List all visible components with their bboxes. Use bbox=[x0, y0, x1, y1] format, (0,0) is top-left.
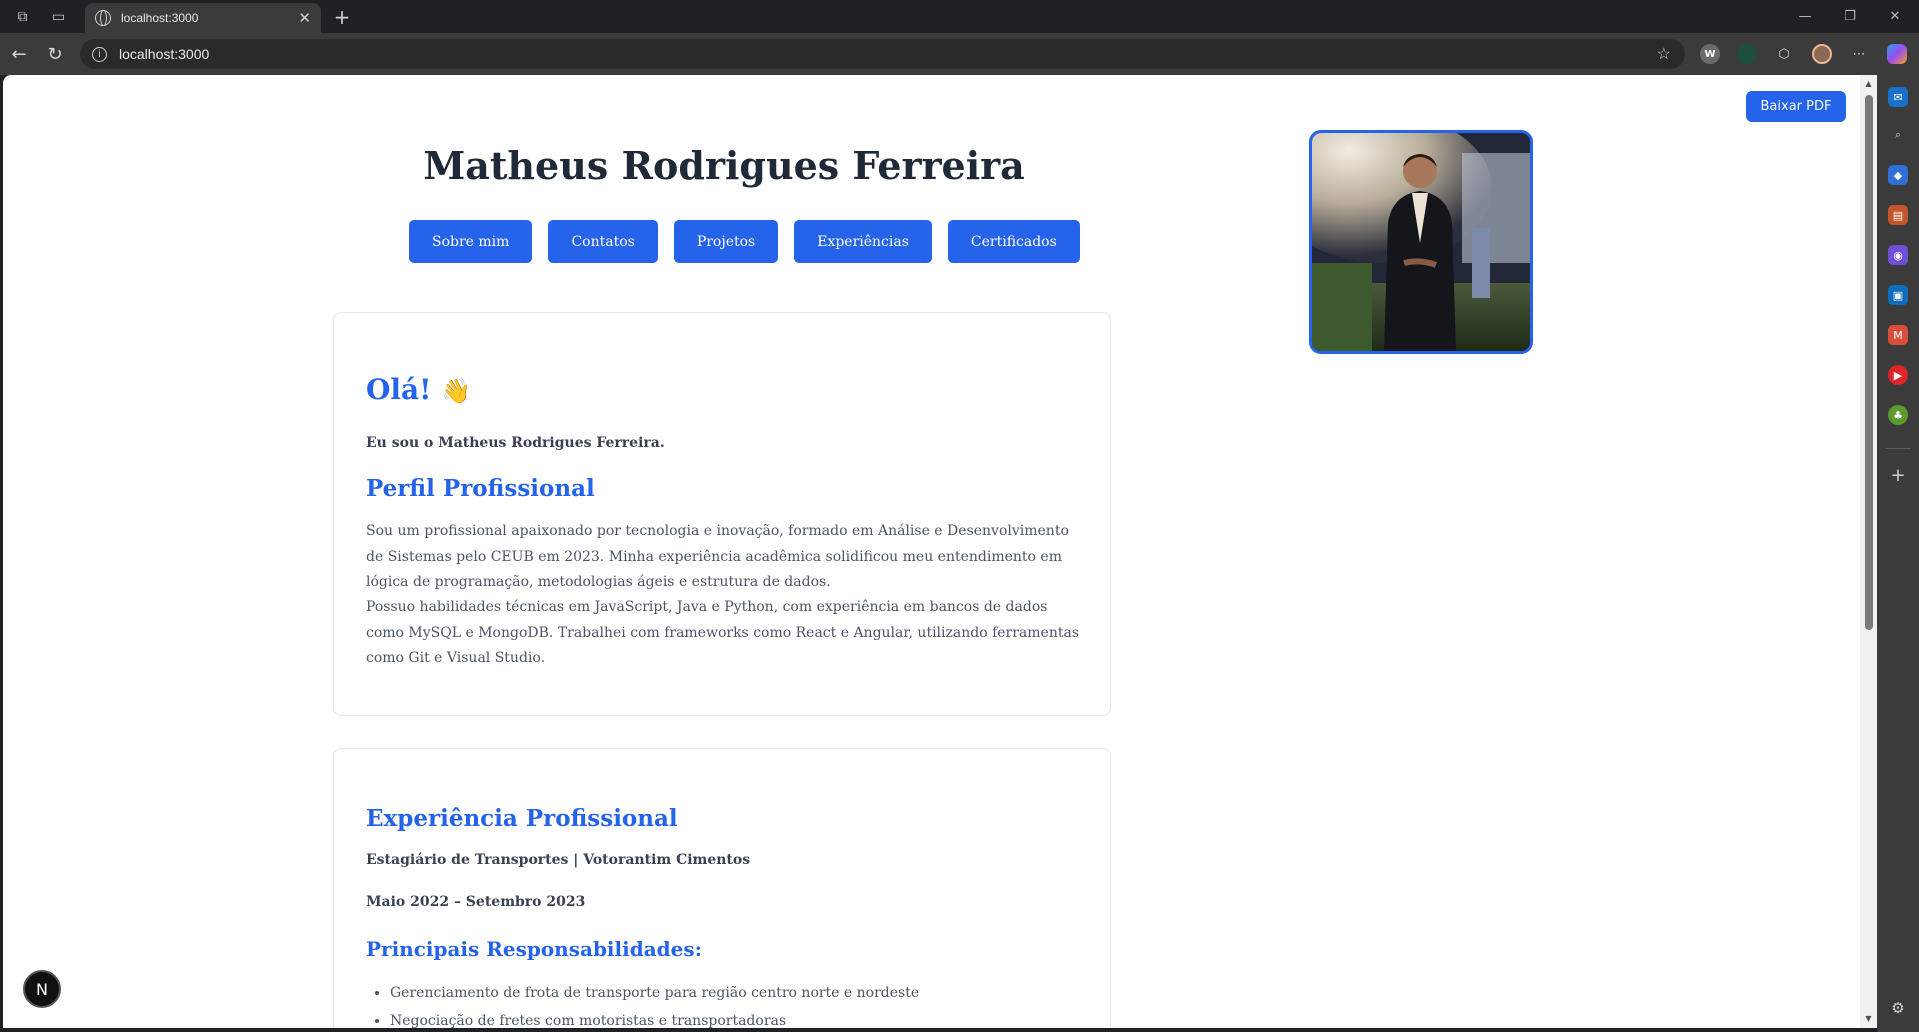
job-role: Estagiário de Transportes | Votorantim C… bbox=[366, 852, 751, 868]
intro-text: Eu sou o Matheus Rodrigues Ferreira. bbox=[366, 435, 665, 451]
tab-strip: ⧉ ▭ localhost:3000 ✕ + — ❐ ✕ bbox=[0, 0, 1919, 33]
page-viewport: Baixar PDF Matheus Rodrigues Ferreira So… bbox=[3, 75, 1860, 1028]
sidebar-search-icon[interactable]: ⌕ bbox=[1888, 125, 1908, 145]
nav-projetos-button[interactable]: Projetos bbox=[673, 220, 779, 263]
section-nav: Sobre mim Contatos Projetos Experiências… bbox=[409, 220, 1080, 263]
favorite-star-icon[interactable]: ☆ bbox=[1657, 44, 1671, 64]
nextjs-dev-indicator[interactable]: N bbox=[23, 970, 61, 1008]
experience-heading: Experiência Profissional bbox=[366, 805, 678, 832]
copilot-icon[interactable] bbox=[1887, 44, 1907, 64]
tab-close-icon[interactable]: ✕ bbox=[298, 9, 311, 27]
extensions-puzzle-icon[interactable]: ⬡ bbox=[1774, 44, 1794, 64]
list-item: Gerenciamento de frota de transporte par… bbox=[390, 979, 919, 1007]
download-pdf-button[interactable]: Baixar PDF bbox=[1746, 91, 1846, 122]
nav-contatos-button[interactable]: Contatos bbox=[548, 220, 658, 263]
tab-title: localhost:3000 bbox=[121, 11, 199, 25]
sidebar-outlook-icon[interactable]: ✉ bbox=[1888, 87, 1908, 107]
nav-sobre-mim-button[interactable]: Sobre mim bbox=[409, 220, 533, 263]
sidebar-tree-icon[interactable]: ♣ bbox=[1888, 405, 1908, 425]
sidebar-mail-icon[interactable]: ▣ bbox=[1888, 285, 1908, 305]
greeting-heading: Olá! 👋 bbox=[366, 373, 471, 406]
waving-hand-icon: 👋 bbox=[441, 376, 472, 405]
nav-certificados-button[interactable]: Certificados bbox=[947, 220, 1080, 263]
scroll-up-icon[interactable]: ▲ bbox=[1863, 79, 1874, 89]
scroll-down-icon[interactable]: ▼ bbox=[1863, 1014, 1874, 1024]
reload-icon[interactable]: ↻ bbox=[38, 33, 72, 75]
new-tab-button[interactable]: + bbox=[330, 0, 354, 33]
page-scrollbar[interactable]: ▲ ▼ bbox=[1860, 75, 1877, 1028]
sidebar-tools-icon[interactable]: ▤ bbox=[1888, 205, 1908, 225]
tab-active[interactable]: localhost:3000 ✕ bbox=[85, 3, 321, 33]
job-period: Maio 2022 – Setembro 2023 bbox=[366, 894, 586, 910]
list-item: Negociação de fretes com motoristas e tr… bbox=[390, 1007, 919, 1028]
profile-paragraph-2: Possuo habilidades técnicas em JavaScrip… bbox=[366, 599, 1080, 666]
extension-green-icon[interactable] bbox=[1737, 44, 1757, 64]
profile-paragraph-1: Sou um profissional apaixonado por tecno… bbox=[366, 523, 1069, 590]
scroll-thumb[interactable] bbox=[1865, 95, 1873, 630]
sidebar-copilot-icon[interactable]: ◉ bbox=[1888, 245, 1908, 265]
responsibilities-list: Gerenciamento de frota de transporte par… bbox=[390, 979, 919, 1028]
extension-w-icon[interactable]: W bbox=[1700, 44, 1720, 64]
sidebar-settings-icon[interactable]: ⚙ bbox=[1888, 998, 1908, 1018]
browser-toolbar: ← ↻ i localhost:3000 ☆ W ⬡ ⋯ bbox=[0, 33, 1919, 75]
address-bar[interactable]: i localhost:3000 ☆ bbox=[80, 39, 1685, 69]
window-close-button[interactable]: ✕ bbox=[1871, 0, 1919, 33]
restore-button[interactable]: ❐ bbox=[1826, 0, 1874, 33]
workspaces-icon[interactable]: ⧉ bbox=[6, 0, 39, 33]
sidebar-youtube-icon[interactable]: ▶ bbox=[1888, 365, 1908, 385]
responsibilities-heading: Principais Responsabilidades: bbox=[366, 937, 703, 961]
globe-icon bbox=[95, 10, 111, 26]
greeting-text: Olá! bbox=[366, 373, 432, 406]
back-icon[interactable]: ← bbox=[2, 33, 36, 75]
profile-photo bbox=[1309, 130, 1533, 354]
vertical-tabs-icon[interactable]: ▭ bbox=[42, 0, 75, 33]
page-title: Matheus Rodrigues Ferreira bbox=[423, 143, 1025, 188]
sidebar-gmail-icon[interactable]: M bbox=[1888, 325, 1908, 345]
sidebar-divider bbox=[1885, 448, 1911, 449]
profile-heading: Perfil Profissional bbox=[366, 475, 595, 502]
url-text: localhost:3000 bbox=[119, 46, 210, 62]
edge-sidebar: ✉ ⌕ ◆ ▤ ◉ ▣ M ▶ ♣ + ⚙ bbox=[1877, 75, 1919, 1032]
sidebar-add-icon[interactable]: + bbox=[1888, 465, 1908, 486]
about-card: Olá! 👋 Eu sou o Matheus Rodrigues Ferrei… bbox=[333, 312, 1111, 716]
site-info-icon[interactable]: i bbox=[92, 46, 107, 62]
sidebar-tag-icon[interactable]: ◆ bbox=[1888, 165, 1908, 185]
minimize-button[interactable]: — bbox=[1781, 0, 1829, 33]
profile-avatar-icon[interactable] bbox=[1812, 44, 1832, 64]
more-menu-icon[interactable]: ⋯ bbox=[1849, 44, 1869, 64]
experience-card: Experiência Profissional Estagiário de T… bbox=[333, 748, 1111, 1028]
nav-experiencias-button[interactable]: Experiências bbox=[794, 220, 932, 263]
